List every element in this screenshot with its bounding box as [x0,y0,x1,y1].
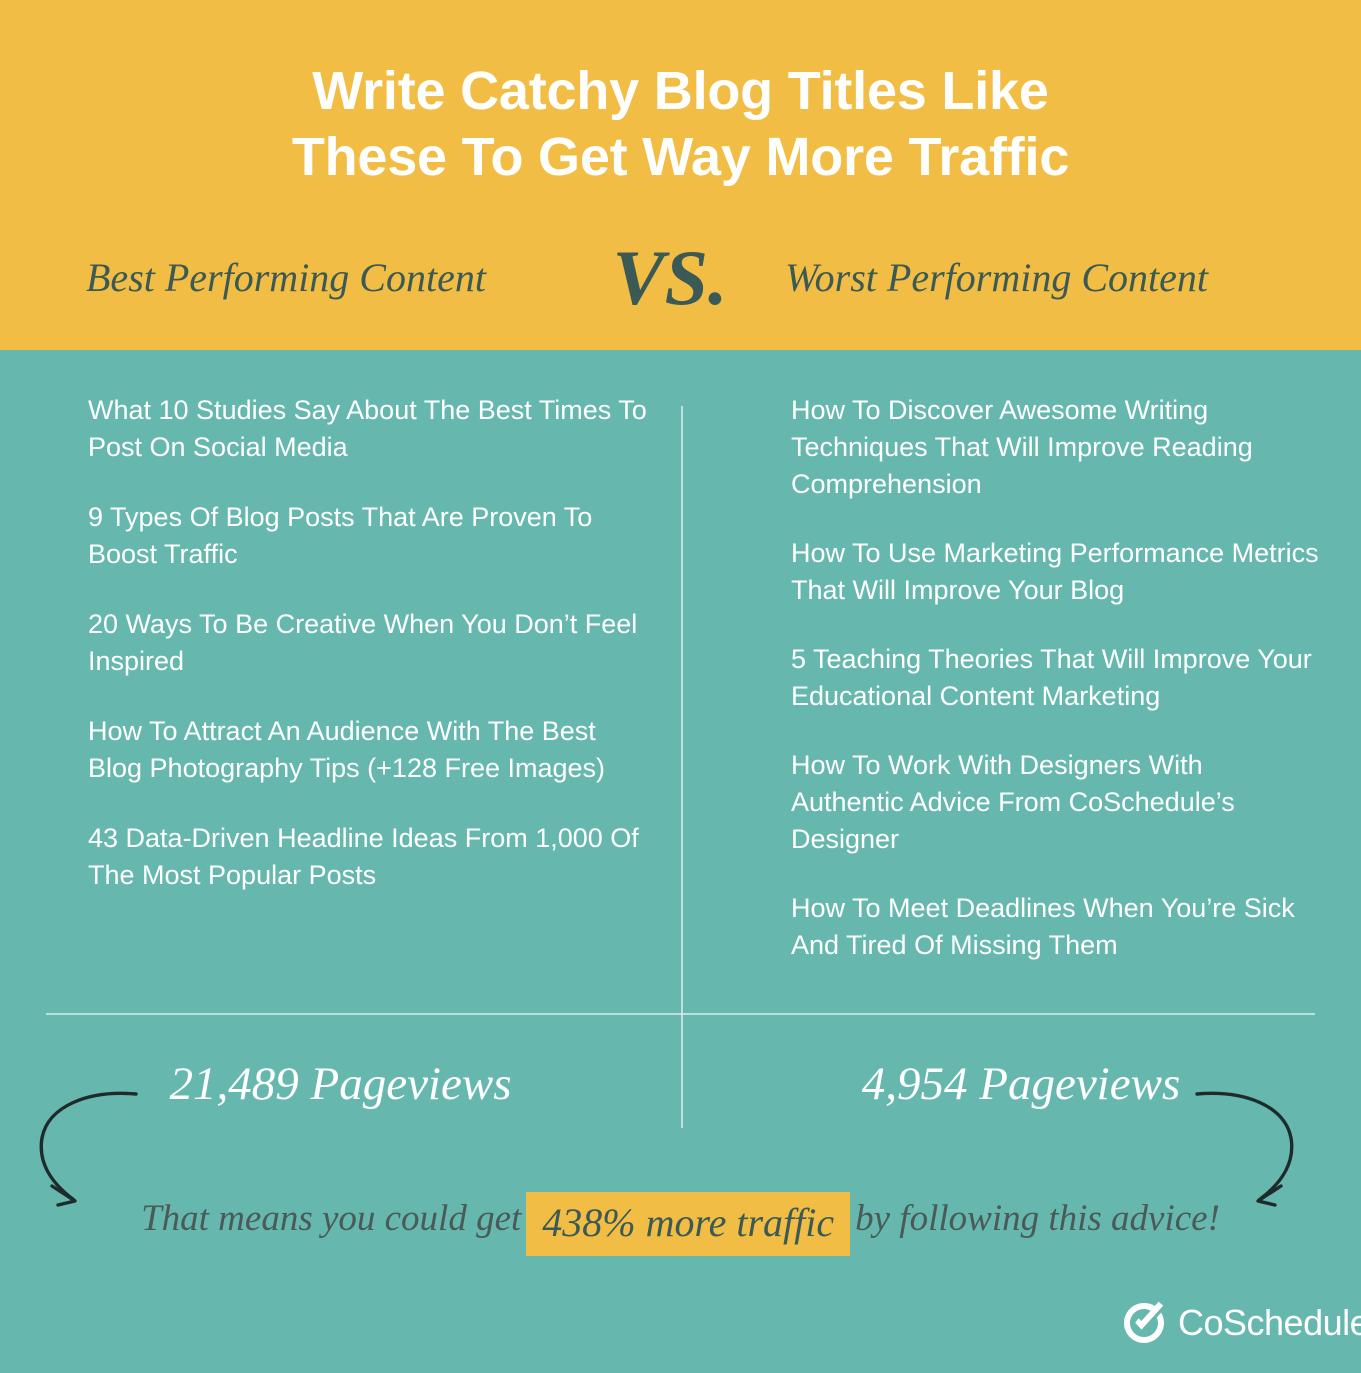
page-title-line-2: These To Get Way More Traffic [291,127,1070,187]
list-item: How To Work With Designers With Authenti… [791,750,1235,854]
versus-label: VS. [612,234,728,321]
summary-suffix: by following this advice! [855,1198,1220,1239]
list-item: How To Use Marketing Performance Metrics… [791,538,1319,605]
best-performing-column: What 10 Studies Say About The Best Times… [88,392,648,927]
list-item: How To Attract An Audience With The Best… [88,716,606,783]
worst-performing-column: How To Discover Awesome Writing Techniqu… [791,392,1321,996]
header-band: Write Catchy Blog Titles Like These To G… [0,0,1361,350]
logo-wordmark: CoSchedule [1178,1302,1361,1343]
horizontal-divider [46,1013,1315,1015]
page-title: Write Catchy Blog Titles Like These To G… [0,58,1361,190]
summary-statement: That means you could get 438% more traffi… [0,1186,1361,1256]
check-circle-icon [1122,1301,1166,1345]
page-title-line-1: Write Catchy Blog Titles Like [312,61,1049,121]
versus-row: Best Performing Content VS. Worst Perfor… [0,232,1361,322]
list-item: 9 Types Of Blog Posts That Are Proven To… [88,502,593,569]
status-badge: 438% more traffic [526,1192,851,1256]
list-item: 43 Data-Driven Headline Ideas From 1,000… [88,823,639,890]
summary-prefix: That means you could get [141,1198,522,1239]
list-item: How To Discover Awesome Writing Techniqu… [791,395,1253,499]
infographic-root: Write Catchy Blog Titles Like These To G… [0,0,1361,1373]
best-performing-label: Best Performing Content [86,255,486,300]
list-item: How To Meet Deadlines When You’re Sick A… [791,893,1295,960]
list-item: 20 Ways To Be Creative When You Don’t Fe… [88,609,638,676]
vertical-divider [681,406,683,1128]
worst-performing-label: Worst Performing Content [785,255,1208,300]
list-item: 5 Teaching Theories That Will Improve Yo… [791,644,1312,711]
list-item: What 10 Studies Say About The Best Times… [88,395,647,462]
coschedule-logo[interactable]: CoSchedule [1122,1301,1361,1345]
